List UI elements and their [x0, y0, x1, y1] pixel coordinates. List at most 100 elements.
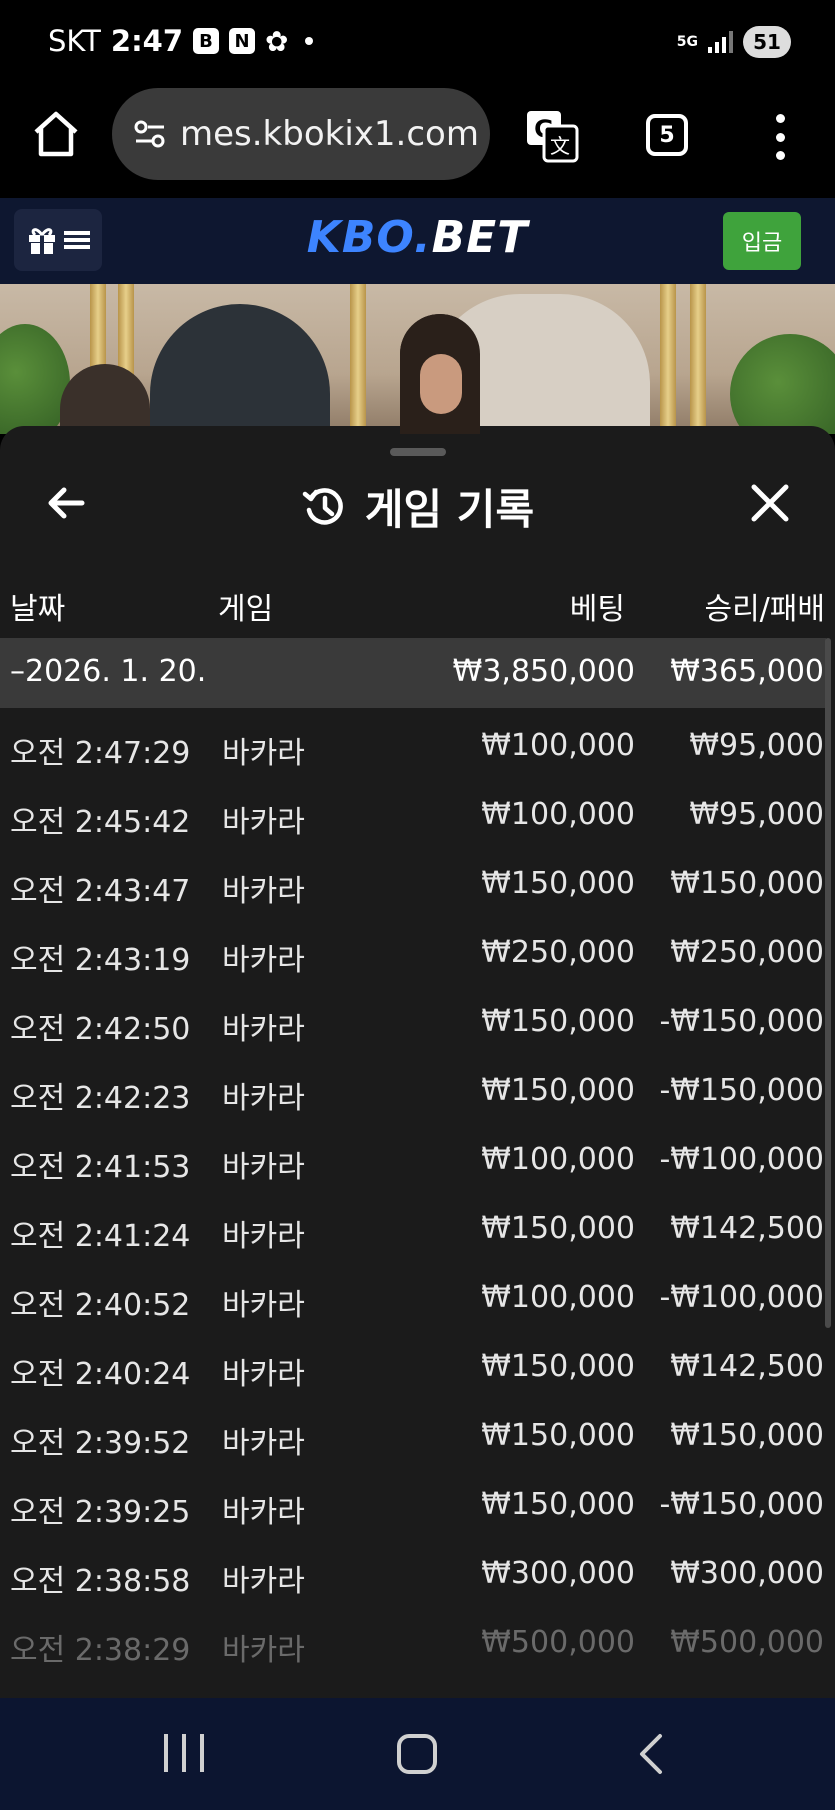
row-bet: ₩150,000: [481, 1349, 635, 1384]
row-game: 바카라: [222, 1081, 305, 1116]
row-bet: ₩150,000: [481, 1418, 635, 1453]
site-logo[interactable]: KBO.BET: [0, 212, 835, 263]
pillar: [350, 284, 366, 434]
row-game: 바카라: [222, 1219, 305, 1254]
row-bet: ₩250,000: [481, 935, 635, 970]
table-row[interactable]: 오전 2:42:23 바카라 ₩150,000 -₩150,000: [0, 1053, 826, 1122]
more-vert-icon[interactable]: [764, 112, 796, 162]
pillar: [690, 284, 706, 434]
row-game: 바카라: [222, 1150, 305, 1185]
recent-apps-icon[interactable]: [164, 1734, 204, 1774]
row-result: ₩250,000: [670, 935, 824, 970]
row-bet: ₩150,000: [481, 1211, 635, 1246]
date-group-summary-row[interactable]: –2026. 1. 20. ₩3,850,000 ₩365,000: [0, 638, 826, 708]
row-time: 오전 2:47:29: [10, 736, 191, 771]
row-game: 바카라: [222, 943, 305, 978]
row-bet: ₩100,000: [481, 728, 635, 763]
row-result: ₩95,000: [689, 728, 824, 763]
row-bet: ₩150,000: [481, 866, 635, 901]
column-header-result[interactable]: 승리/패배: [704, 584, 825, 628]
row-game: 바카라: [222, 874, 305, 909]
table-row[interactable]: 오전 2:41:53 바카라 ₩100,000 -₩100,000: [0, 1122, 826, 1191]
table-row[interactable]: 오전 2:40:24 바카라 ₩150,000 ₩142,500: [0, 1329, 826, 1398]
back-nav-icon[interactable]: [632, 1732, 672, 1776]
summary-bet-total: ₩3,850,000: [452, 654, 635, 689]
history-icon: [302, 487, 343, 525]
tab-switcher-button[interactable]: 5: [646, 114, 688, 156]
row-result: -₩150,000: [659, 1004, 824, 1039]
more-notifications-dot-icon: [304, 37, 313, 45]
summary-date: –2026. 1. 20.: [10, 654, 207, 689]
row-game: 바카라: [222, 1633, 305, 1668]
row-result: ₩95,000: [689, 797, 824, 832]
row-time: 오전 2:43:19: [10, 943, 191, 978]
deposit-button[interactable]: 입금: [723, 212, 801, 270]
person-silhouette: [60, 364, 150, 434]
table-row[interactable]: 오전 2:40:52 바카라 ₩100,000 -₩100,000: [0, 1260, 826, 1329]
row-result: ₩150,000: [670, 1418, 824, 1453]
panel-title: 게임 기록: [0, 476, 835, 537]
table-row[interactable]: 오전 2:38:58 바카라 ₩300,000 ₩300,000: [0, 1536, 826, 1605]
row-time: 오전 2:43:47: [10, 874, 191, 909]
notification-app-n-icon: N: [229, 28, 256, 54]
svg-text:文: 文: [550, 134, 570, 158]
row-game: 바카라: [222, 736, 305, 771]
table-row[interactable]: 오전 2:47:29 바카라 ₩100,000 ₩95,000: [0, 708, 826, 777]
row-time: 오전 2:40:52: [10, 1288, 191, 1323]
row-result: -₩100,000: [659, 1142, 824, 1177]
table-row[interactable]: 오전 2:39:52 바카라 ₩150,000 ₩150,000: [0, 1398, 826, 1467]
status-bar: SKT 2:47 B N ✿ 5G 51: [0, 0, 835, 86]
row-result: ₩142,500: [670, 1211, 824, 1246]
battery-level: 51: [753, 30, 781, 54]
notification-app-flower-icon: ✿: [265, 24, 289, 58]
carrier-label: SKT: [48, 24, 101, 58]
logo-part-kbo: KBO.: [306, 212, 432, 263]
row-game: 바카라: [222, 1426, 305, 1461]
tune-icon[interactable]: [130, 114, 170, 154]
row-game: 바카라: [222, 1357, 305, 1392]
table-row[interactable]: 오전 2:43:47 바카라 ₩150,000 ₩150,000: [0, 846, 826, 915]
table-row[interactable]: 오전 2:41:24 바카라 ₩150,000 ₩142,500: [0, 1191, 826, 1260]
game-history-panel: 게임 기록 날짜 게임 베팅 승리/패배 –2026. 1. 20. ₩3,85…: [0, 426, 835, 1698]
translate-icon[interactable]: G 文: [524, 108, 580, 164]
summary-result-total: ₩365,000: [670, 654, 824, 689]
drag-handle[interactable]: [390, 448, 446, 456]
table-row[interactable]: 오전 2:43:19 바카라 ₩250,000 ₩250,000: [0, 915, 826, 984]
network-type-label: 5G: [676, 34, 698, 50]
row-result: ₩500,000: [670, 1625, 824, 1660]
row-game: 바카라: [222, 805, 305, 840]
row-time: 오전 2:41:53: [10, 1150, 191, 1185]
table-header: 날짜 게임 베팅 승리/패배: [0, 576, 835, 628]
address-bar[interactable]: mes.kbokix1.com: [112, 88, 490, 180]
row-result: ₩142,500: [670, 1349, 824, 1384]
table-row[interactable]: 오전 2:39:25 바카라 ₩150,000 -₩150,000: [0, 1467, 826, 1536]
row-bet: ₩150,000: [481, 1073, 635, 1108]
site-header: KBO.BET 입금: [0, 198, 835, 284]
column-header-game[interactable]: 게임: [218, 584, 273, 628]
row-time: 오전 2:38:29: [10, 1633, 191, 1668]
scrollbar[interactable]: [825, 638, 831, 1328]
close-icon[interactable]: [747, 480, 793, 526]
table-row[interactable]: 오전 2:38:29 바카라 ₩500,000 ₩500,000: [0, 1605, 826, 1674]
home-icon[interactable]: [30, 108, 82, 160]
row-result: -₩100,000: [659, 1280, 824, 1315]
dark-arch: [150, 304, 330, 434]
table-row[interactable]: 오전 2:42:50 바카라 ₩150,000 -₩150,000: [0, 984, 826, 1053]
row-bet: ₩100,000: [481, 1280, 635, 1315]
row-time: 오전 2:39:25: [10, 1495, 191, 1530]
row-time: 오전 2:38:58: [10, 1564, 191, 1599]
row-bet: ₩300,000: [481, 1556, 635, 1591]
row-time: 오전 2:40:24: [10, 1357, 191, 1392]
column-header-bet[interactable]: 베팅: [570, 584, 625, 628]
row-game: 바카라: [222, 1564, 305, 1599]
home-nav-icon[interactable]: [397, 1734, 437, 1774]
row-bet: ₩150,000: [481, 1004, 635, 1039]
row-time: 오전 2:45:42: [10, 805, 191, 840]
battery-icon: 51: [743, 26, 791, 58]
clock: 2:47: [110, 24, 184, 58]
url-text[interactable]: mes.kbokix1.com: [180, 114, 479, 154]
table-row[interactable]: 오전 2:45:42 바카라 ₩100,000 ₩95,000: [0, 777, 826, 846]
system-navigation-bar: [0, 1698, 835, 1810]
browser-toolbar: mes.kbokix1.com G 文 5: [0, 86, 835, 198]
column-header-date[interactable]: 날짜: [10, 584, 65, 628]
